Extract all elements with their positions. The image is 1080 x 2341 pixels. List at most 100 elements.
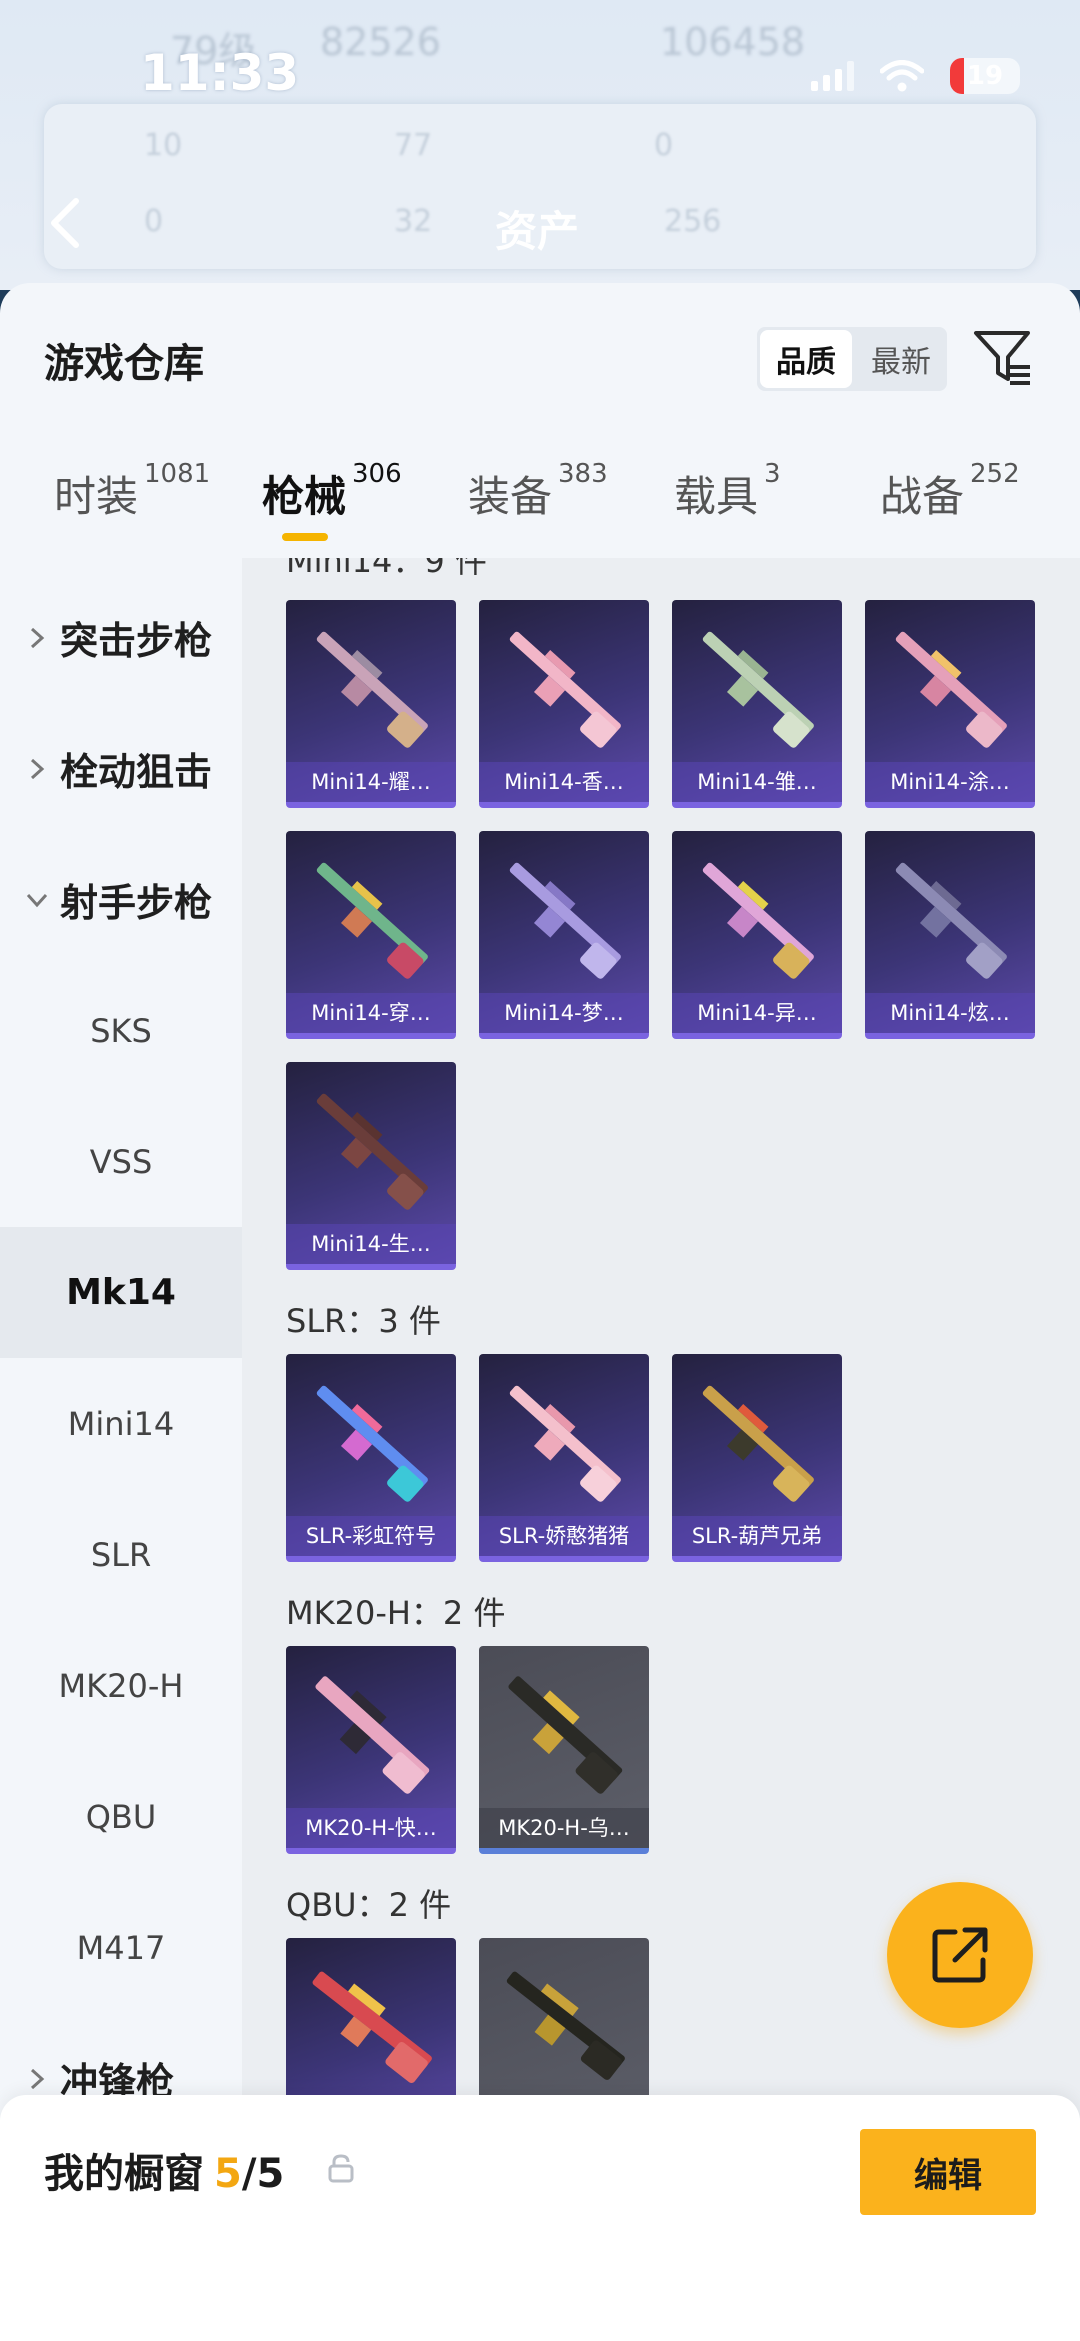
status-icons: 19: [811, 58, 1020, 94]
rifle-icon: [316, 1385, 428, 1502]
sort-toggle: 品质 最新: [757, 327, 947, 391]
sidebar-group-assault[interactable]: 突击步枪: [0, 572, 242, 703]
status-time: 11:33: [140, 44, 300, 102]
skin-card[interactable]: [479, 1938, 649, 2118]
rifle-icon: [702, 862, 814, 979]
skin-name: MK20-H-快…: [286, 1808, 456, 1848]
rifle-icon: [506, 1971, 625, 2080]
section-header-slr: SLR：3 件: [286, 1302, 441, 1340]
chevron-right-icon: [30, 2068, 45, 2089]
sidebar-group-label: 射手步枪: [60, 881, 213, 925]
skin-card[interactable]: Mini14-涂…: [865, 600, 1035, 808]
back-icon[interactable]: [44, 195, 84, 251]
category-tabs: 时装 1081 枪械 306 装备 383 载具 3 战备 252: [0, 459, 1080, 543]
tab-guns[interactable]: 枪械 306: [262, 459, 402, 524]
skin-card[interactable]: SLR-葫芦兄弟: [672, 1354, 842, 1562]
coins-text: 82526: [320, 20, 441, 64]
skin-name: Mini14-异…: [672, 993, 842, 1033]
skin-card[interactable]: Mini14-香…: [479, 600, 649, 808]
showcase-total: /5: [241, 2151, 285, 2197]
weapon-category-list: 突击步枪 栓动狙击 射手步枪 SKS VSS Mk14 Mini14 SLR M…: [0, 558, 242, 2118]
filter-icon[interactable]: [972, 327, 1034, 389]
tab-vehicles[interactable]: 载具 3: [674, 459, 781, 524]
skin-card[interactable]: Mini14-梦…: [479, 831, 649, 1039]
skin-card[interactable]: Mini14-雏…: [672, 600, 842, 808]
showcase-summary: 我的橱窗 5 /5: [44, 2141, 284, 2199]
section-header-mini14: Mini14：9 件: [286, 558, 487, 580]
tab-count: 252: [970, 459, 1020, 489]
sidebar-item-slr[interactable]: SLR: [0, 1489, 242, 1620]
showcase-count: 5: [214, 2151, 242, 2197]
skin-card[interactable]: Mini14-生…: [286, 1062, 456, 1270]
edit-button[interactable]: 编辑: [860, 2129, 1036, 2215]
sidebar-item-sks[interactable]: SKS: [0, 965, 242, 1096]
skin-card[interactable]: MK20-H-快…: [286, 1646, 456, 1854]
sidebar-group-label: 栓动狙击: [60, 750, 213, 794]
sidebar-item-label: SLR: [90, 1535, 152, 1574]
sidebar-item-m417[interactable]: M417: [0, 1882, 242, 2013]
asset-stat: 77: [394, 128, 433, 163]
skin-name: Mini14-耀…: [286, 762, 456, 802]
sidebar-item-mini14[interactable]: Mini14: [0, 1358, 242, 1489]
rifle-icon: [509, 862, 621, 979]
tab-label: 载具: [674, 472, 759, 521]
active-tab-indicator: [282, 533, 328, 541]
tab-label: 枪械: [262, 472, 347, 521]
battery-level: 19: [966, 61, 1004, 91]
sidebar-item-qbu[interactable]: QBU: [0, 1751, 242, 1882]
skin-name: Mini14-香…: [479, 762, 649, 802]
showcase-label: 我的橱窗: [44, 2151, 204, 2197]
skin-card[interactable]: Mini14-穿…: [286, 831, 456, 1039]
rifle-icon: [312, 1971, 432, 2084]
tab-equipment[interactable]: 装备 383: [468, 459, 608, 524]
tab-label: 时装: [54, 472, 139, 521]
sidebar-item-vss[interactable]: VSS: [0, 1096, 242, 1227]
chevron-right-icon: [30, 758, 45, 779]
lock-icon: [328, 2154, 354, 2183]
sidebar-group-label: 突击步枪: [60, 619, 213, 663]
skin-name: MK20-H-乌…: [479, 1808, 649, 1848]
rifle-icon: [316, 631, 428, 748]
sort-quality-button[interactable]: 品质: [760, 330, 852, 388]
rifle-icon: [702, 631, 814, 748]
section-header-qbu: QBU：2 件: [286, 1886, 452, 1924]
skin-card[interactable]: Mini14-炫…: [865, 831, 1035, 1039]
sort-newest-button[interactable]: 最新: [855, 327, 947, 391]
skin-card[interactable]: SLR-彩虹符号: [286, 1354, 456, 1562]
sidebar-group-marksman[interactable]: 射手步枪: [0, 834, 242, 965]
sidebar-item-label: Mini14: [67, 1404, 175, 1443]
skin-card[interactable]: SLR-娇憨猪猪: [479, 1354, 649, 1562]
sidebar-item-mk14[interactable]: Mk14: [0, 1227, 242, 1358]
skin-card[interactable]: [286, 1938, 456, 2118]
chevron-down-icon: [26, 893, 48, 907]
skin-name: SLR-娇憨猪猪: [479, 1516, 649, 1556]
skin-card[interactable]: Mini14-异…: [672, 831, 842, 1039]
tab-fashion[interactable]: 时装 1081: [54, 459, 210, 524]
sidebar-group-bolt[interactable]: 栓动狙击: [0, 703, 242, 834]
warehouse-sheet: 游戏仓库 品质 最新 时装 1081 枪械 306 装备 383 载具 3 战备…: [0, 283, 1080, 2341]
rifle-icon: [315, 1676, 430, 1794]
wifi-icon: [880, 60, 924, 92]
skin-card[interactable]: MK20-H-乌…: [479, 1646, 649, 1854]
sidebar-item-label: M417: [76, 1928, 166, 1967]
signal-icon: [811, 61, 854, 91]
tab-count: 383: [558, 459, 608, 489]
tab-count: 306: [352, 459, 402, 489]
skin-card[interactable]: Mini14-耀…: [286, 600, 456, 808]
skin-name: Mini14-炫…: [865, 993, 1035, 1033]
sidebar-item-mk20h[interactable]: MK20-H: [0, 1620, 242, 1751]
skin-name: Mini14-涂…: [865, 762, 1035, 802]
page-title: 资产: [495, 207, 580, 256]
chevron-right-icon: [30, 627, 45, 648]
share-button[interactable]: [887, 1882, 1033, 2028]
rifle-icon: [316, 1093, 428, 1210]
rifle-icon: [895, 862, 1007, 979]
showcase-bar: 我的橱窗 5 /5 编辑: [0, 2095, 1080, 2341]
battery-icon: 19: [950, 58, 1020, 94]
tab-supplies[interactable]: 战备 252: [880, 459, 1020, 524]
skin-name: SLR-彩虹符号: [286, 1516, 456, 1556]
sidebar-item-label: Mk14: [66, 1272, 176, 1313]
sidebar-item-label: MK20-H: [58, 1666, 184, 1705]
sidebar-item-label: QBU: [85, 1797, 157, 1836]
tab-label: 战备: [880, 472, 965, 521]
